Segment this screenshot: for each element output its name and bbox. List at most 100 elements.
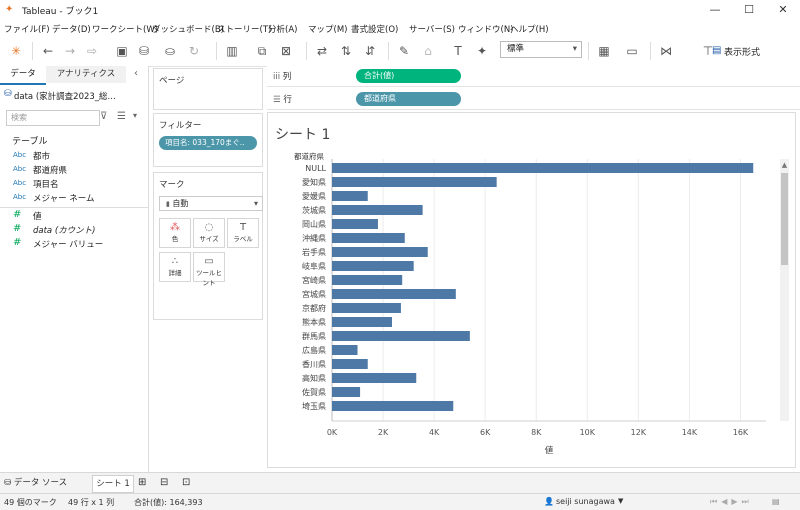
show-cards-icon[interactable]: ▦ [596,43,612,59]
bar[interactable] [332,345,358,355]
bar[interactable] [332,289,456,299]
scroll-up-icon[interactable]: ▲ [782,161,788,169]
fit-dropdown[interactable]: 標準 ▾ [500,41,582,58]
duplicate-sheet-icon[interactable]: ⧉ [254,43,270,59]
bar[interactable] [332,205,423,215]
user-name[interactable]: seiji sunagawa [556,497,615,506]
datasource-name[interactable]: data (家計調査2023_総... [14,90,142,102]
close-button[interactable]: ✕ [766,0,800,20]
show-mark-labels-icon[interactable]: T [450,43,466,59]
size-button[interactable]: ◌ サイズ [193,218,225,248]
tab-sheet1[interactable]: シート 1 [92,475,134,493]
refresh-icon[interactable]: ↻ [186,43,202,59]
group-members-icon[interactable]: ⌂ [420,43,436,59]
field-dimension[interactable]: Abc 項目名 [0,178,148,192]
tooltip-button[interactable]: ▭ ツールヒント [193,252,225,287]
swap-rows-columns-icon[interactable]: ⇄ [314,43,330,59]
bar[interactable] [332,177,497,187]
minimize-button[interactable]: — [698,0,732,20]
search-input[interactable]: 検索 [6,110,100,126]
menu-file[interactable]: ファイル(F) [4,23,50,35]
field-measure[interactable]: # メジャー バリュー [0,237,148,252]
presentation-mode-icon[interactable]: ▭ [624,43,640,59]
field-measure[interactable]: # data (カウント) [0,223,148,238]
menu-analysis[interactable]: 分析(A) [268,23,297,35]
bar[interactable] [332,261,414,271]
filter-icon[interactable]: ⊽ [100,111,107,122]
field-dimension[interactable]: Abc メジャー ネーム [0,192,148,206]
bar[interactable] [332,163,754,173]
bar[interactable] [332,317,392,327]
menu-format[interactable]: 書式設定(O) [351,23,398,35]
field-measure[interactable]: # 値 [0,209,148,224]
redo-icon[interactable]: → [62,43,78,59]
chevron-down-icon[interactable]: ▾ [133,111,137,120]
new-datasource-icon[interactable]: ⛁ [136,43,152,59]
menu-server[interactable]: サーバー(S) [409,23,455,35]
share-icon[interactable]: ⋈ [658,43,674,59]
menu-help[interactable]: ヘルプ(H) [510,23,549,35]
sheet-tabs-bar: ⛁ データ ソース シート 1 ⊞ ⊟ ⊡ [0,472,800,493]
view-options-icon[interactable]: ☰ [117,111,126,122]
chevron-down-icon[interactable]: ▼ [618,497,623,505]
bar[interactable] [332,359,368,369]
detail-button[interactable]: ∴ 詳細 [159,252,191,282]
collapse-pane-icon[interactable]: ‹ [134,68,138,79]
maximize-button[interactable]: ☐ [732,0,766,20]
menu-window[interactable]: ウィンドウ(N) [458,23,514,35]
bar[interactable] [332,219,378,229]
clear-sheet-icon[interactable]: ⊠ [278,43,294,59]
bar[interactable] [332,275,403,285]
menu-story[interactable]: ストーリー(T) [217,23,271,35]
tableau-start-icon[interactable]: ✳ [8,43,24,59]
label-button[interactable]: T ラベル [227,218,259,248]
field-dimension[interactable]: Abc 都道府県 [0,164,148,178]
tab-data[interactable]: データ [0,66,46,85]
menu-data[interactable]: データ(D) [52,23,91,35]
replay-icon[interactable]: ⇨ [84,43,100,59]
tab-datasource[interactable]: ⛁ データ ソース [4,475,67,491]
menu-worksheet[interactable]: ワークシート(W) [92,23,158,35]
columns-pill[interactable]: 合計(値) [356,69,461,83]
tableau-logo-icon: ✦ [5,4,14,15]
sort-descending-icon[interactable]: ⇵ [362,43,378,59]
bar[interactable] [332,331,470,341]
rows-shelf[interactable]: ☰ 行 都道府県 [267,89,800,110]
menu-map[interactable]: マップ(M) [308,23,347,35]
bar[interactable] [332,303,401,313]
new-dashboard-icon[interactable]: ⊟ [160,475,168,491]
tooltip-icon: ▭ [204,256,214,267]
menu-bar: ファイル(F) データ(D) ワークシート(W) ダッシュボード(B) ストーリ… [0,20,800,36]
save-icon[interactable]: ▣ [114,43,130,59]
sort-ascending-icon[interactable]: ⇅ [338,43,354,59]
bar[interactable] [332,233,405,243]
menu-dashboard[interactable]: ダッシュボード(B) [152,23,224,35]
field-dimension[interactable]: Abc 都市 [0,150,148,164]
sheet-sorter-icon[interactable]: ▤ [772,497,780,506]
sheet-navigation-icon[interactable]: ⏮◀▶⏭ [710,497,753,507]
category-label: 愛媛県 [302,191,326,201]
new-worksheet-icon[interactable]: ⊞ [138,475,146,491]
pages-card[interactable]: ページ [153,68,263,110]
bar[interactable] [332,387,361,397]
new-worksheet-icon[interactable]: ▥ [224,43,240,59]
bar[interactable] [332,373,417,383]
scrollbar-thumb[interactable] [781,173,788,265]
bar[interactable] [332,247,428,257]
filter-pill[interactable]: 項目名: 033_170まぐ.. [159,136,257,150]
color-button[interactable]: ⁂ 色 [159,218,191,248]
columns-shelf[interactable]: iii 列 合計(値) [267,66,800,87]
detail-icon: ∴ [171,256,179,267]
bar[interactable] [332,191,368,201]
bar-chart[interactable]: 0K 2K 4K 6K 8K 10K 12K 14K 16K NULL 愛知県愛媛県茨城県岡山県沖縄… [268,113,795,467]
tab-analytics[interactable]: アナリティクス [46,66,126,83]
show-me-button[interactable]: 表示形式 [724,45,760,58]
rows-pill[interactable]: 都道府県 [356,92,461,106]
pause-updates-icon[interactable]: ⛀ [162,43,178,59]
fix-axes-icon[interactable]: ✦ [474,43,490,59]
undo-icon[interactable]: ← [40,43,56,59]
bar[interactable] [332,401,454,411]
mark-type-dropdown[interactable]: ▮ 自動 ▾ [159,196,263,211]
highlight-icon[interactable]: ✎ [396,43,412,59]
new-story-icon[interactable]: ⊡ [182,475,190,491]
